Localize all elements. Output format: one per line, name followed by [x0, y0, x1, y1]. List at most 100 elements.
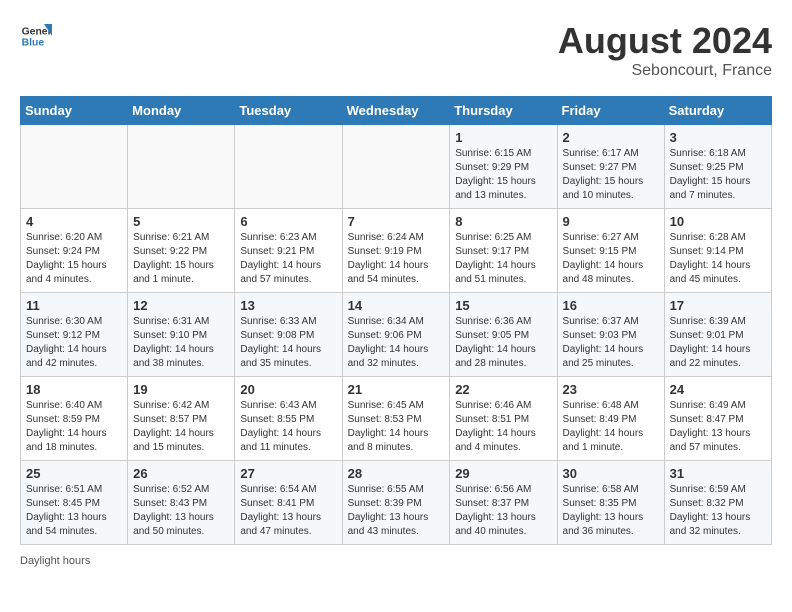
day-info: Sunrise: 6:21 AM Sunset: 9:22 PM Dayligh…	[133, 231, 229, 287]
day-number: 16	[563, 298, 659, 313]
week-row-1: 4Sunrise: 6:20 AM Sunset: 9:24 PM Daylig…	[21, 209, 772, 293]
day-info: Sunrise: 6:55 AM Sunset: 8:39 PM Dayligh…	[348, 483, 445, 539]
calendar-cell-2-2: 13 Sunrise: 6:33 AM Sunset: 9:08 PM Dayli…	[235, 293, 342, 377]
calendar-cell-2-1: 12Sunrise: 6:31 AM Sunset: 9:10 PM Dayli…	[128, 293, 235, 377]
day-info: Sunrise: 6:52 AM Sunset: 8:43 PM Dayligh…	[133, 483, 229, 539]
day-number: 22	[455, 382, 551, 397]
calendar-cell-0-1	[128, 125, 235, 209]
day-number: 13	[240, 298, 336, 313]
calendar-cell-0-6: 3 Sunrise: 6:18 AM Sunset: 9:25 PM Daylig…	[664, 125, 771, 209]
calendar-cell-0-2	[235, 125, 342, 209]
day-number: 23	[563, 382, 659, 397]
footer-note: Daylight hours	[20, 555, 772, 567]
day-info: Sunrise: 6:15 AM Sunset: 9:29 PM Dayligh…	[455, 147, 551, 203]
day-number: 29	[455, 466, 551, 481]
day-info: Sunrise: 6:39 AM Sunset: 9:01 PM Dayligh…	[670, 315, 766, 371]
day-info: Sunrise: 6:24 AM Sunset: 9:19 PM Dayligh…	[348, 231, 445, 287]
day-info: Sunrise: 6:27 AM Sunset: 9:15 PM Dayligh…	[563, 231, 659, 287]
calendar-cell-2-6: 17 Sunrise: 6:39 AM Sunset: 9:01 PM Dayli…	[664, 293, 771, 377]
day-info: Sunrise: 6:20 AM Sunset: 9:24 PM Dayligh…	[26, 231, 122, 287]
day-info: Sunrise: 6:36 AM Sunset: 9:05 PM Dayligh…	[455, 315, 551, 371]
day-number: 7	[348, 214, 445, 229]
header-friday: Friday	[557, 97, 664, 125]
day-number: 3	[670, 130, 766, 145]
logo: General Blue	[20, 20, 52, 52]
svg-text:Blue: Blue	[22, 38, 45, 49]
header-tuesday: Tuesday	[235, 97, 342, 125]
day-info: Sunrise: 6:46 AM Sunset: 8:51 PM Dayligh…	[455, 399, 551, 455]
day-number: 18	[26, 382, 122, 397]
header-wednesday: Wednesday	[342, 97, 450, 125]
calendar-cell-1-0: 4Sunrise: 6:20 AM Sunset: 9:24 PM Daylig…	[21, 209, 128, 293]
calendar-cell-4-5: 30 Sunrise: 6:58 AM Sunset: 8:35 PM Dayli…	[557, 461, 664, 545]
day-info: Sunrise: 6:40 AM Sunset: 8:59 PM Dayligh…	[26, 399, 122, 455]
day-number: 26	[133, 466, 229, 481]
day-number: 12	[133, 298, 229, 313]
header-thursday: Thursday	[450, 97, 557, 125]
day-number: 17	[670, 298, 766, 313]
day-number: 28	[348, 466, 445, 481]
day-number: 30	[563, 466, 659, 481]
day-info: Sunrise: 6:56 AM Sunset: 8:37 PM Dayligh…	[455, 483, 551, 539]
day-info: Sunrise: 6:28 AM Sunset: 9:14 PM Dayligh…	[670, 231, 766, 287]
header-sunday: Sunday	[21, 97, 128, 125]
calendar-cell-1-6: 10 Sunrise: 6:28 AM Sunset: 9:14 PM Dayli…	[664, 209, 771, 293]
calendar-cell-0-3	[342, 125, 450, 209]
day-info: Sunrise: 6:48 AM Sunset: 8:49 PM Dayligh…	[563, 399, 659, 455]
day-number: 11	[26, 298, 122, 313]
calendar-cell-1-5: 9 Sunrise: 6:27 AM Sunset: 9:15 PM Daylig…	[557, 209, 664, 293]
day-number: 19	[133, 382, 229, 397]
day-number: 8	[455, 214, 551, 229]
page-header: General Blue August 2024 Seboncourt, Fra…	[20, 20, 772, 80]
calendar-cell-3-2: 20 Sunrise: 6:43 AM Sunset: 8:55 PM Dayli…	[235, 377, 342, 461]
calendar-cell-3-1: 19Sunrise: 6:42 AM Sunset: 8:57 PM Dayli…	[128, 377, 235, 461]
calendar-cell-2-4: 15Sunrise: 6:36 AM Sunset: 9:05 PM Dayli…	[450, 293, 557, 377]
day-info: Sunrise: 6:59 AM Sunset: 8:32 PM Dayligh…	[670, 483, 766, 539]
day-number: 6	[240, 214, 336, 229]
day-info: Sunrise: 6:17 AM Sunset: 9:27 PM Dayligh…	[563, 147, 659, 203]
calendar-cell-3-5: 23 Sunrise: 6:48 AM Sunset: 8:49 PM Dayli…	[557, 377, 664, 461]
day-number: 25	[26, 466, 122, 481]
day-info: Sunrise: 6:30 AM Sunset: 9:12 PM Dayligh…	[26, 315, 122, 371]
calendar-cell-3-4: 22 Sunrise: 6:46 AM Sunset: 8:51 PM Dayli…	[450, 377, 557, 461]
calendar-cell-0-4: 1 Sunrise: 6:15 AM Sunset: 9:29 PM Daylig…	[450, 125, 557, 209]
calendar-cell-3-6: 24 Sunrise: 6:49 AM Sunset: 8:47 PM Dayli…	[664, 377, 771, 461]
day-number: 24	[670, 382, 766, 397]
calendar-table: SundayMondayTuesdayWednesdayThursdayFrid…	[20, 96, 772, 545]
calendar-cell-4-1: 26 Sunrise: 6:52 AM Sunset: 8:43 PM Dayli…	[128, 461, 235, 545]
calendar-cell-1-3: 7 Sunrise: 6:24 AM Sunset: 9:19 PM Daylig…	[342, 209, 450, 293]
day-number: 5	[133, 214, 229, 229]
calendar-cell-4-0: 25 Sunrise: 6:51 AM Sunset: 8:45 PM Dayli…	[21, 461, 128, 545]
day-number: 2	[563, 130, 659, 145]
header-row: SundayMondayTuesdayWednesdayThursdayFrid…	[21, 97, 772, 125]
calendar-cell-1-2: 6 Sunrise: 6:23 AM Sunset: 9:21 PM Daylig…	[235, 209, 342, 293]
day-number: 20	[240, 382, 336, 397]
day-info: Sunrise: 6:58 AM Sunset: 8:35 PM Dayligh…	[563, 483, 659, 539]
logo-icon: General Blue	[20, 20, 52, 52]
day-number: 9	[563, 214, 659, 229]
day-info: Sunrise: 6:34 AM Sunset: 9:06 PM Dayligh…	[348, 315, 445, 371]
calendar-cell-4-2: 27Sunrise: 6:54 AM Sunset: 8:41 PM Dayli…	[235, 461, 342, 545]
calendar-cell-3-3: 21Sunrise: 6:45 AM Sunset: 8:53 PM Dayli…	[342, 377, 450, 461]
day-info: Sunrise: 6:18 AM Sunset: 9:25 PM Dayligh…	[670, 147, 766, 203]
day-number: 10	[670, 214, 766, 229]
day-info: Sunrise: 6:43 AM Sunset: 8:55 PM Dayligh…	[240, 399, 336, 455]
calendar-cell-2-0: 11 Sunrise: 6:30 AM Sunset: 9:12 PM Dayli…	[21, 293, 128, 377]
header-saturday: Saturday	[664, 97, 771, 125]
day-info: Sunrise: 6:51 AM Sunset: 8:45 PM Dayligh…	[26, 483, 122, 539]
day-info: Sunrise: 6:37 AM Sunset: 9:03 PM Dayligh…	[563, 315, 659, 371]
day-number: 27	[240, 466, 336, 481]
week-row-2: 11 Sunrise: 6:30 AM Sunset: 9:12 PM Dayli…	[21, 293, 772, 377]
week-row-3: 18 Sunrise: 6:40 AM Sunset: 8:59 PM Dayli…	[21, 377, 772, 461]
day-info: Sunrise: 6:49 AM Sunset: 8:47 PM Dayligh…	[670, 399, 766, 455]
day-number: 1	[455, 130, 551, 145]
calendar-cell-0-5: 2 Sunrise: 6:17 AM Sunset: 9:27 PM Daylig…	[557, 125, 664, 209]
day-info: Sunrise: 6:33 AM Sunset: 9:08 PM Dayligh…	[240, 315, 336, 371]
week-row-0: 1 Sunrise: 6:15 AM Sunset: 9:29 PM Daylig…	[21, 125, 772, 209]
week-row-4: 25 Sunrise: 6:51 AM Sunset: 8:45 PM Dayli…	[21, 461, 772, 545]
calendar-cell-2-3: 14Sunrise: 6:34 AM Sunset: 9:06 PM Dayli…	[342, 293, 450, 377]
calendar-cell-4-6: 31Sunrise: 6:59 AM Sunset: 8:32 PM Dayli…	[664, 461, 771, 545]
day-info: Sunrise: 6:23 AM Sunset: 9:21 PM Dayligh…	[240, 231, 336, 287]
location-subtitle: Seboncourt, France	[558, 62, 772, 80]
calendar-cell-1-1: 5 Sunrise: 6:21 AM Sunset: 9:22 PM Daylig…	[128, 209, 235, 293]
